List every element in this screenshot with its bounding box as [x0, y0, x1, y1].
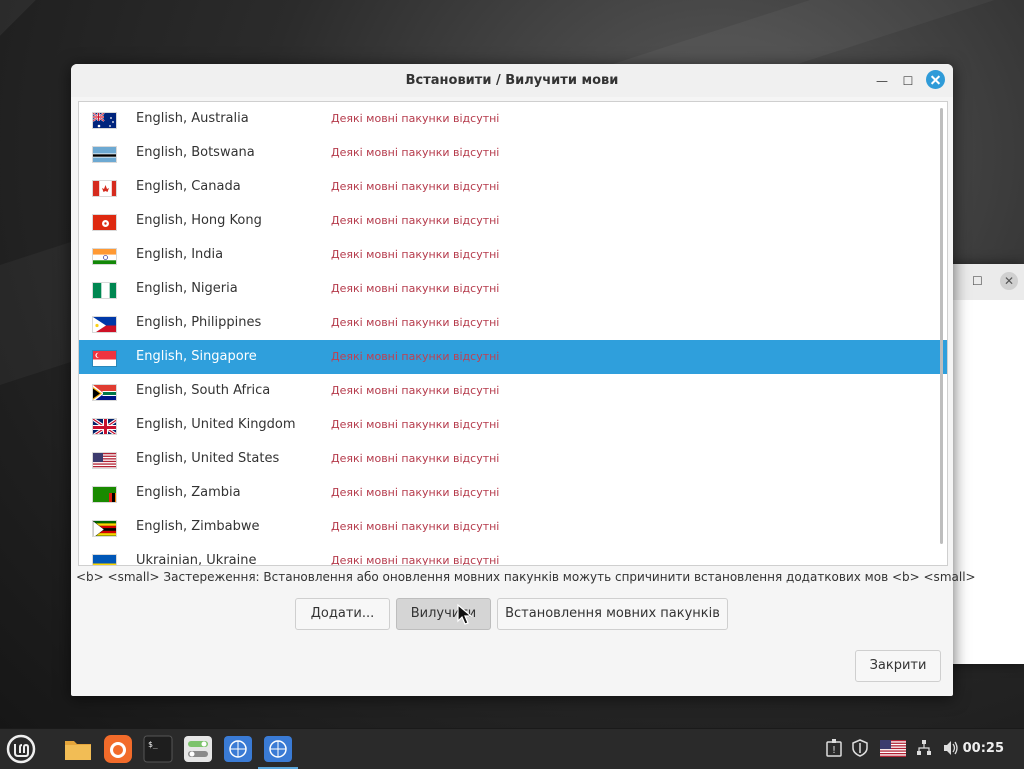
close-window-button[interactable] — [926, 70, 945, 89]
language-status: Деякі мовні пакунки відсутні — [331, 316, 499, 329]
svg-text:$_: $_ — [148, 740, 158, 749]
language-row[interactable]: English, Zimbabwe Деякі мовні пакунки від… — [79, 510, 947, 544]
list-scrollbar[interactable] — [940, 108, 943, 544]
au-flag-icon — [92, 112, 117, 129]
remove-button[interactable]: Вилучити — [396, 598, 491, 630]
language-name: English, Botswana — [136, 145, 255, 160]
language-name: English, Philippines — [136, 315, 261, 330]
language-status: Деякі мовні пакунки відсутні — [331, 520, 499, 533]
close-button[interactable]: Закрити — [855, 650, 941, 682]
language-row[interactable]: English, United States Деякі мовні пакунк… — [79, 442, 947, 476]
language-status: Деякі мовні пакунки відсутні — [331, 146, 499, 159]
language-name: English, Zambia — [136, 485, 241, 500]
close-icon[interactable]: ✕ — [1000, 272, 1018, 290]
ua-flag-icon — [92, 554, 117, 566]
mint-menu-icon[interactable] — [5, 733, 37, 765]
maximize-icon[interactable]: ☐ — [972, 274, 983, 288]
language-status: Деякі мовні пакунки відсутні — [331, 554, 499, 566]
language-name: English, Canada — [136, 179, 241, 194]
language-name: English, Hong Kong — [136, 213, 262, 228]
language-name: English, United Kingdom — [136, 417, 296, 432]
ph-flag-icon — [92, 316, 117, 333]
volume-icon[interactable] — [942, 739, 960, 761]
language-name: English, South Africa — [136, 383, 270, 398]
language-status: Деякі мовні пакунки відсутні — [331, 350, 499, 363]
language-status: Деякі мовні пакунки відсутні — [331, 248, 499, 261]
language-name: English, Australia — [136, 111, 249, 126]
in-flag-icon — [92, 248, 117, 265]
ca-flag-icon — [92, 180, 117, 197]
language-row[interactable]: English, United Kingdom Деякі мовні пакун… — [79, 408, 947, 442]
background-window-body — [952, 300, 1024, 664]
terminal-icon[interactable]: $_ — [142, 733, 174, 765]
language-name: English, India — [136, 247, 223, 262]
update-icon[interactable]: ! — [826, 739, 842, 761]
clock[interactable]: 00:25 — [963, 741, 1004, 756]
language-row[interactable]: English, Nigeria Деякі мовні пакунки відс… — [79, 272, 947, 306]
hk-flag-icon — [92, 214, 117, 231]
language-row[interactable]: Ukrainian, Ukraine Деякі мовні пакунки ві… — [79, 544, 947, 566]
dialog-titlebar[interactable]: Встановити / Вилучити мови — ☐ — [71, 64, 953, 97]
language-name: English, Zimbabwe — [136, 519, 260, 534]
bw-flag-icon — [92, 146, 117, 163]
language-row[interactable]: English, Canada Деякі мовні пакунки відсу… — [79, 170, 947, 204]
maximize-button[interactable]: ☐ — [899, 72, 917, 90]
language-row[interactable]: English, Hong Kong Деякі мовні пакунки ві… — [79, 204, 947, 238]
add-button[interactable]: Додати... — [295, 598, 390, 630]
shield-icon[interactable] — [852, 739, 868, 761]
language-status: Деякі мовні пакунки відсутні — [331, 486, 499, 499]
language-icon[interactable] — [222, 733, 254, 765]
us-flag-icon — [92, 452, 117, 469]
language-icon[interactable] — [262, 733, 294, 765]
minimize-button[interactable]: — — [873, 72, 891, 90]
zw-flag-icon — [92, 520, 117, 537]
language-name: English, Singapore — [136, 349, 257, 364]
language-status: Деякі мовні пакунки відсутні — [331, 214, 499, 227]
sg-flag-icon — [92, 350, 117, 367]
gb-flag-icon — [92, 418, 117, 435]
settings-icon[interactable] — [182, 733, 214, 765]
language-status: Деякі мовні пакунки відсутні — [331, 180, 499, 193]
language-dialog: Встановити / Вилучити мови — ☐ English, … — [71, 64, 953, 696]
files-icon[interactable] — [62, 733, 94, 765]
language-row[interactable]: English, Botswana Деякі мовні пакунки від… — [79, 136, 947, 170]
language-row[interactable]: English, Singapore Деякі мовні пакунки ві… — [79, 340, 947, 374]
language-row[interactable]: English, Zambia Деякі мовні пакунки відсу… — [79, 476, 947, 510]
network-icon[interactable] — [916, 739, 932, 761]
language-status: Деякі мовні пакунки відсутні — [331, 282, 499, 295]
ng-flag-icon — [92, 282, 117, 299]
zm-flag-icon — [92, 486, 117, 503]
language-name: English, United States — [136, 451, 279, 466]
taskbar: $_ ! 00:25 — [0, 728, 1024, 769]
language-row[interactable]: English, Australia Деякі мовні пакунки ві… — [79, 102, 947, 136]
mouse-pointer-icon — [457, 604, 473, 626]
language-name: English, Nigeria — [136, 281, 238, 296]
install-language-packs-button[interactable]: Встановлення мовних пакунків — [497, 598, 728, 630]
language-row[interactable]: English, South Africa Деякі мовні пакунки… — [79, 374, 947, 408]
firefox-icon[interactable] — [102, 733, 134, 765]
language-status: Деякі мовні пакунки відсутні — [331, 418, 499, 431]
svg-text:!: ! — [832, 745, 836, 756]
language-status: Деякі мовні пакунки відсутні — [331, 384, 499, 397]
language-status: Деякі мовні пакунки відсутні — [331, 112, 499, 125]
language-list[interactable]: English, Australia Деякі мовні пакунки ві… — [78, 101, 948, 566]
language-name: Ukrainian, Ukraine — [136, 553, 257, 566]
za-flag-icon — [92, 384, 117, 401]
language-row[interactable]: English, India Деякі мовні пакунки відсут… — [79, 238, 947, 272]
language-status: Деякі мовні пакунки відсутні — [331, 452, 499, 465]
dialog-title: Встановити / Вилучити мови — [71, 73, 953, 88]
warning-text: <b> <small> Застереження: Встановлення а… — [76, 570, 976, 584]
language-row[interactable]: English, Philippines Деякі мовні пакунки … — [79, 306, 947, 340]
us-flag-keyboard-layout-icon[interactable] — [880, 740, 906, 761]
